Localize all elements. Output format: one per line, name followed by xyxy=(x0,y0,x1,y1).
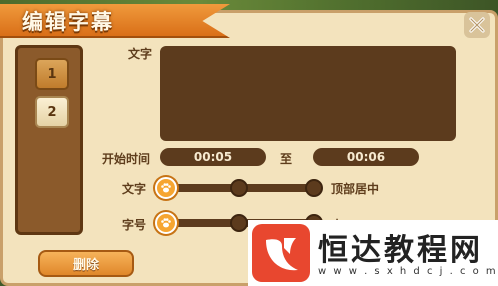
position-option-middle[interactable] xyxy=(230,179,248,197)
site-watermark: 恒达教程网 w w w . s x h d c j . c o m xyxy=(248,220,498,286)
paw-icon xyxy=(161,183,171,193)
start-time-label: 开始时间 xyxy=(102,152,151,166)
close-x-icon xyxy=(469,17,485,33)
watermark-url: w w w . s x h d c j . c o m xyxy=(318,266,498,277)
dialog-title: 编辑字幕 xyxy=(22,10,114,34)
subtitle-item-1-button[interactable]: 1 xyxy=(35,58,69,90)
watermark-logo-icon xyxy=(252,224,310,282)
close-button[interactable] xyxy=(464,12,490,38)
position-label: 文字 xyxy=(122,182,147,196)
start-time-field[interactable]: 00:05 xyxy=(160,148,266,166)
size-option-middle[interactable] xyxy=(230,214,248,232)
position-slider-handle[interactable] xyxy=(155,177,177,199)
delete-button[interactable]: 删除 xyxy=(38,250,134,277)
subtitle-list-sidebar: 1 2 xyxy=(15,45,83,235)
subtitle-text-input[interactable] xyxy=(160,46,456,141)
text-label: 文字 xyxy=(128,47,153,61)
subtitle-item-2-button[interactable]: 2 xyxy=(35,96,69,128)
watermark-site-name: 恒达教程网 xyxy=(318,233,483,268)
size-slider-handle[interactable] xyxy=(155,212,177,234)
position-option-top-center[interactable] xyxy=(305,179,323,197)
size-label: 字号 xyxy=(122,218,147,232)
position-value: 顶部居中 xyxy=(331,182,380,196)
end-time-field[interactable]: 00:06 xyxy=(313,148,419,166)
to-label: 至 xyxy=(280,152,293,166)
paw-icon xyxy=(161,218,171,228)
